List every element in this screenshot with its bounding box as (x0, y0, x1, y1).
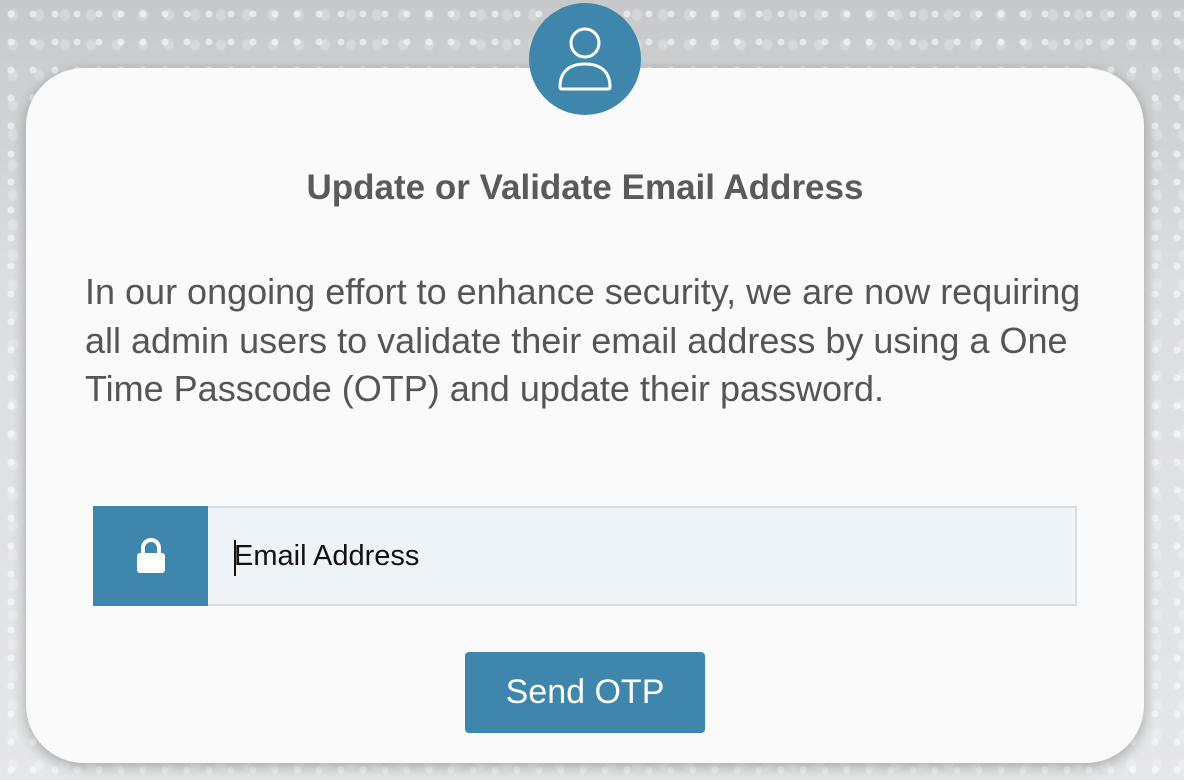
send-otp-button[interactable]: Send OTP (465, 652, 705, 733)
email-field-group (93, 506, 1077, 606)
user-icon (558, 27, 612, 91)
lock-icon-box (93, 506, 208, 606)
lock-icon (136, 538, 165, 573)
avatar (529, 3, 641, 115)
text-caret (234, 540, 236, 576)
dialog-message: In our ongoing effort to enhance securit… (85, 271, 1081, 409)
dialog-title: Update or Validate Email Address (306, 168, 864, 207)
email-input[interactable] (208, 506, 1077, 606)
